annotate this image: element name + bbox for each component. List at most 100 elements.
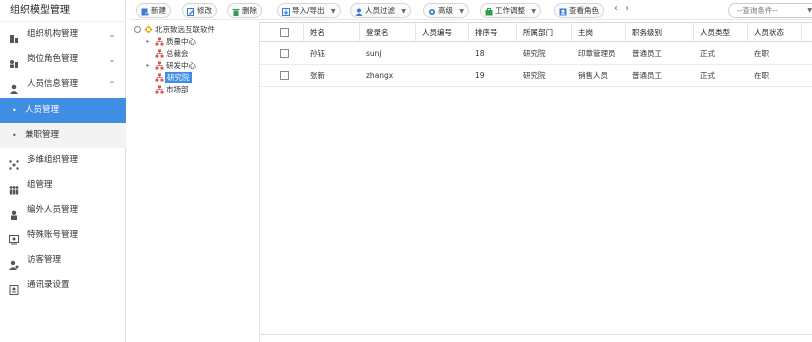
sidebar: 组织模型管理 组织机构管理 ⌄ 岗位角色管理 ⌄ 人员信息管理 ⌃ • 人员管理…: [0, 0, 126, 342]
expand-icon[interactable]: ▸: [144, 60, 152, 71]
edit-button-label: 修改: [197, 6, 212, 15]
row-checkbox[interactable]: [280, 49, 289, 58]
sidebar-item-visitor[interactable]: 访客管理: [0, 248, 126, 273]
sidebar-item-person-manage[interactable]: • 人员管理: [0, 98, 126, 123]
toolbar-scroll-arrows[interactable]: ‹ ›: [614, 3, 631, 14]
query-condition-select[interactable]: --查询条件-- ▼: [728, 3, 812, 18]
tree-node-label: 研究院: [165, 72, 192, 83]
delete-button[interactable]: 删除: [227, 3, 262, 18]
table-row[interactable]: 张新 zhangx 19 研究院 销售人员 普通员工 正式 在职: [260, 65, 812, 87]
sidebar-item-label: 访客管理: [27, 255, 62, 265]
cell-type: 正式: [700, 71, 715, 80]
cell-level: 普通员工: [632, 71, 662, 80]
sidebar-item-external[interactable]: 编外人员管理: [0, 198, 126, 223]
table-row[interactable]: 孙钰 sunj 18 研究院 印章管理员 普通员工 正式 在职: [260, 43, 812, 65]
cell-number: [416, 65, 469, 86]
person-filter-button[interactable]: 人员过滤 ▼: [350, 3, 412, 18]
department-icon: [155, 37, 164, 46]
company-icon: [144, 25, 153, 34]
tree-node-board[interactable]: 总裁会: [144, 48, 254, 59]
cell-name: 孙钰: [310, 49, 325, 58]
sidebar-item-special-account[interactable]: 特殊账号管理: [0, 223, 126, 248]
cell-department: 研究院: [523, 49, 546, 58]
tree-node-root[interactable]: 北京致远互联软件: [132, 24, 252, 35]
tree-node-label: 质量中心: [166, 37, 196, 46]
special-account-icon: [9, 231, 19, 245]
edit-icon: [187, 7, 195, 16]
tree-node-quality[interactable]: ▸ 质量中心: [144, 36, 254, 47]
cell-status: 在职: [754, 71, 769, 80]
sidebar-item-contacts[interactable]: 通讯录设置: [0, 273, 126, 298]
sidebar-item-multi-org[interactable]: 多维组织管理: [0, 148, 126, 173]
sidebar-item-label: 岗位角色管理: [27, 54, 79, 64]
multi-org-icon: [9, 156, 19, 170]
collapse-icon[interactable]: [134, 26, 141, 33]
caret-down-icon: ▼: [330, 8, 336, 15]
chevron-up-icon[interactable]: ⌃: [107, 72, 117, 97]
sidebar-item-label: 编外人员管理: [27, 205, 79, 215]
row-checkbox[interactable]: [280, 71, 289, 80]
view-role-icon: [559, 7, 567, 16]
sidebar-item-group[interactable]: 组管理: [0, 173, 126, 198]
advanced-button[interactable]: 高级 ▼: [423, 3, 470, 18]
department-icon: [155, 73, 164, 82]
user-icon: [9, 80, 19, 94]
caret-down-icon: ▼: [531, 8, 537, 15]
import-export-button-label: 导入/导出: [292, 6, 325, 15]
work-adjust-button-label: 工作调整: [495, 6, 525, 15]
tree-node-label: 总裁会: [166, 49, 189, 58]
cell-number: [416, 43, 469, 64]
sidebar-item-part-time[interactable]: • 兼职管理: [0, 123, 126, 148]
gear-icon: [428, 7, 436, 15]
sidebar-item-org[interactable]: 组织机构管理 ⌄: [0, 22, 126, 47]
column-header[interactable]: 登录名: [360, 23, 416, 41]
department-icon: [155, 49, 164, 58]
new-button[interactable]: 新建: [136, 3, 171, 18]
view-role-button-label: 查看角色: [569, 6, 599, 15]
sidebar-item-label: 组织机构管理: [27, 29, 79, 39]
tree-node-research[interactable]: 研究院: [144, 72, 254, 83]
tree-node-label: 研发中心: [166, 61, 196, 70]
person-filter-button-label: 人员过滤: [365, 6, 395, 15]
edit-button[interactable]: 修改: [182, 3, 217, 18]
chevron-down-icon[interactable]: ⌄: [107, 22, 117, 47]
sidebar-item-label: 特殊账号管理: [27, 230, 79, 240]
import-export-button[interactable]: 导入/导出 ▼: [277, 3, 341, 18]
grid-footer-divider: [260, 334, 812, 335]
query-condition-value: --查询条件--: [737, 6, 778, 15]
cell-department: 研究院: [523, 71, 546, 80]
tree-node-marketing[interactable]: 市场部: [144, 84, 254, 95]
sidebar-item-label: 兼职管理: [25, 130, 60, 140]
sidebar-item-role[interactable]: 岗位角色管理 ⌄: [0, 47, 126, 72]
role-icon: [9, 55, 19, 68]
delete-button-label: 删除: [242, 6, 257, 15]
column-header[interactable]: 人员编号: [416, 23, 469, 41]
expand-icon[interactable]: ▸: [144, 36, 152, 47]
column-header[interactable]: 姓名: [304, 23, 360, 41]
cell-post: 印章管理员: [578, 49, 616, 58]
new-icon: [141, 7, 149, 16]
sidebar-item-label: 通讯录设置: [27, 280, 70, 290]
view-role-button[interactable]: 查看角色: [554, 3, 604, 18]
external-user-icon: [9, 206, 19, 220]
select-all-checkbox[interactable]: [280, 28, 289, 37]
sidebar-item-user-info[interactable]: 人员信息管理 ⌃: [0, 72, 126, 97]
caret-down-icon: ▼: [459, 8, 465, 15]
person-grid: 姓名 登录名 人员编号 排序号 所属部门 主岗 职务级别 人员类型 人员状态 孙…: [259, 22, 812, 342]
column-header[interactable]: 人员状态: [748, 23, 802, 41]
column-header[interactable]: 职务级别: [626, 23, 694, 41]
select-all-cell: [260, 23, 304, 41]
chevron-down-icon[interactable]: ⌄: [107, 47, 117, 72]
trash-icon: [232, 7, 240, 16]
sidebar-item-label: 人员管理: [25, 105, 60, 115]
work-adjust-button[interactable]: 工作调整 ▼: [480, 3, 542, 18]
briefcase-icon: [485, 7, 493, 16]
tree-node-rd[interactable]: ▸ 研发中心: [144, 60, 254, 71]
import-export-icon: [282, 7, 290, 16]
department-icon: [155, 85, 164, 94]
column-header[interactable]: 人员类型: [694, 23, 748, 41]
column-header[interactable]: 主岗: [572, 23, 626, 41]
column-header[interactable]: 所属部门: [517, 23, 572, 41]
column-header[interactable]: 排序号: [469, 23, 517, 41]
cell-type: 正式: [700, 49, 715, 58]
